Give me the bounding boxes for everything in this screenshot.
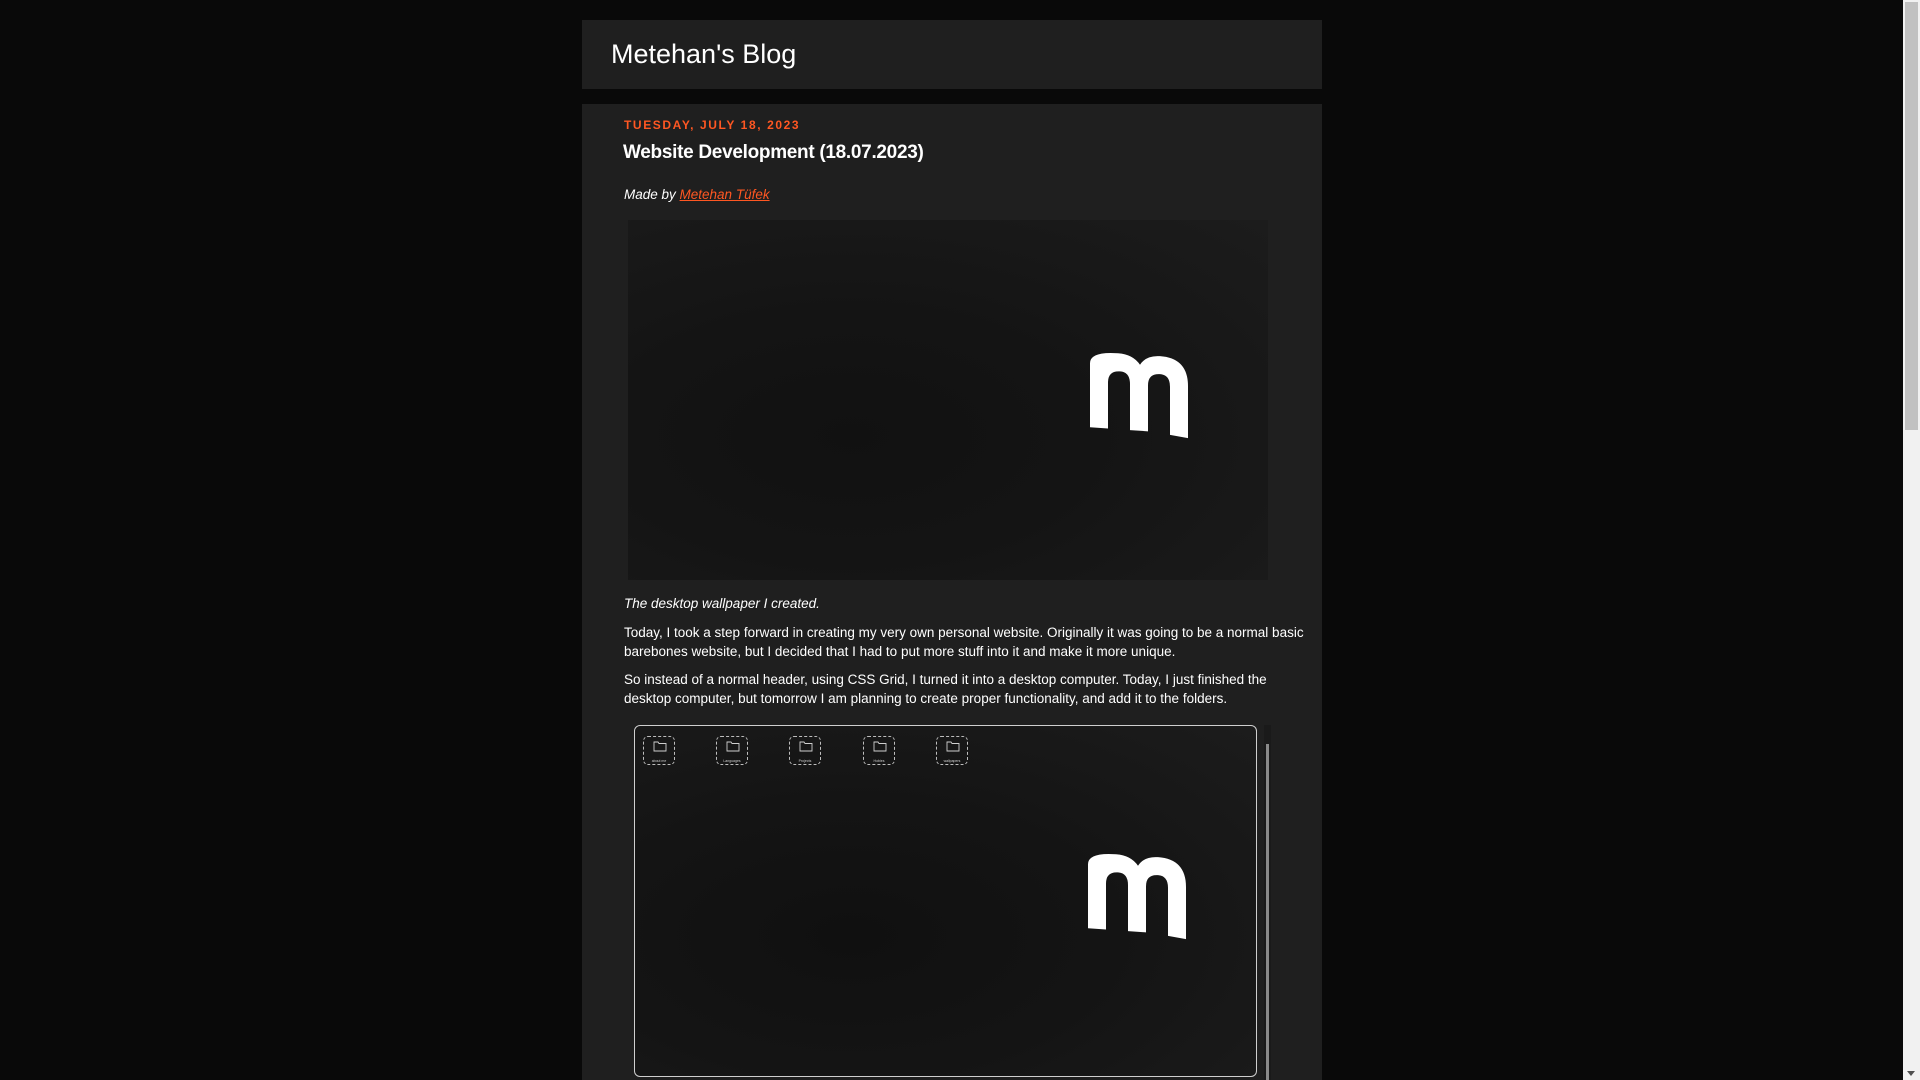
desktop-folder-hobies[interactable]: Hobies (863, 736, 895, 765)
folder-icon (726, 741, 740, 752)
folder-icon (799, 741, 813, 752)
folder-icon (873, 741, 887, 752)
author-link[interactable]: Metehan Tüfek (680, 187, 770, 202)
byline-prefix: Made by (624, 187, 680, 202)
desktop-folder-wallpapers[interactable]: wallpapers (936, 736, 968, 765)
folder-label: about me (651, 759, 667, 763)
m-logo-icon (1088, 853, 1186, 940)
folder-label: Projects (798, 759, 812, 763)
scroll-down-arrow-icon[interactable] (1907, 1071, 1915, 1076)
desktop-folder-projects[interactable]: Projects (789, 736, 821, 765)
desktop-folder-languages[interactable]: Languages (716, 736, 748, 765)
post-paragraph-2: So instead of a normal header, using CSS… (624, 672, 1267, 706)
folder-label: Hobies (873, 759, 885, 763)
wallpaper-image[interactable] (628, 220, 1268, 580)
post-title[interactable]: Website Development (18.07.2023) (623, 142, 924, 164)
page-scrollbar[interactable] (1903, 0, 1920, 1080)
folder-label: Languages (723, 759, 741, 763)
page: Metehan's Blog TUESDAY, JULY 18, 2023 We… (0, 0, 1920, 1080)
post-paragraph-1: Today, I took a step forward in creating… (624, 625, 1304, 659)
post-byline: Made by Metehan Tüfek (624, 187, 770, 202)
image-caption: The desktop wallpaper I created. (624, 596, 820, 611)
desktop-folder-about-me[interactable]: about me (643, 736, 675, 765)
post-date: TUESDAY, JULY 18, 2023 (624, 118, 801, 132)
desktop-screenshot[interactable]: about me Languages Projects Hobies wallp… (634, 725, 1257, 1077)
page-scrollbar-thumb[interactable] (1905, 2, 1918, 430)
blog-header: Metehan's Blog (582, 20, 1322, 89)
folder-label: wallpapers (943, 759, 961, 763)
m-logo-icon (1090, 352, 1188, 439)
desktop-screenshot-scrollbar[interactable] (1266, 744, 1269, 1080)
folder-icon (946, 741, 960, 752)
blog-post: TUESDAY, JULY 18, 2023 Website Developme… (582, 104, 1322, 1080)
blog-title-link[interactable]: Metehan's Blog (611, 39, 796, 70)
folder-icon (653, 741, 667, 752)
